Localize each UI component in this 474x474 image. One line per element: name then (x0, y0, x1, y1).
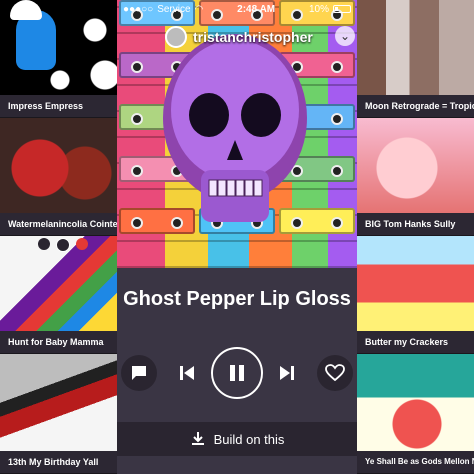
carrier-name: Service (157, 3, 191, 15)
like-button[interactable] (317, 355, 353, 391)
track-tile[interactable]: 13th My Birthday Yall (0, 354, 117, 474)
pause-icon (230, 365, 244, 381)
track-tile[interactable]: Moon Retrograde = Tropicoco (357, 0, 474, 118)
chevron-down-icon[interactable]: ⌄ (335, 26, 355, 46)
track-title: Impress Empress (0, 95, 117, 117)
username[interactable]: tristanchristopher (193, 29, 313, 45)
comment-icon (132, 366, 146, 380)
track-title: 13th My Birthday Yall (0, 451, 117, 473)
track-title: Moon Retrograde = Tropicoco (357, 95, 474, 117)
track-title: Watermelanincolia Cointel (0, 213, 117, 235)
build-on-this-button[interactable]: Build on this (117, 422, 357, 456)
user-row[interactable]: tristanchristopher (165, 26, 313, 48)
skip-next-icon (280, 366, 294, 380)
battery-icon (332, 5, 351, 13)
track-tile[interactable]: Hunt for Baby Mamma (0, 236, 117, 354)
heart-icon[interactable] (76, 238, 88, 250)
pause-icon[interactable] (56, 238, 70, 252)
track-tile[interactable]: Impress Empress (0, 0, 117, 118)
play-pause-button[interactable] (211, 347, 263, 399)
track-artwork (357, 118, 474, 213)
build-label: Build on this (213, 431, 285, 447)
track-tile[interactable]: Watermelanincolia Cointel (0, 118, 117, 236)
track-title: Ghost Pepper Lip Gloss (123, 288, 351, 310)
comment-button[interactable] (121, 355, 157, 391)
track-title: Butter my Crackers (357, 331, 474, 353)
track-title: BIG Tom Hanks Sully (357, 213, 474, 235)
track-tile[interactable]: BIG Tom Hanks Sully (357, 118, 474, 236)
track-title: Hunt for Baby Mamma (0, 331, 117, 353)
bottom-bar (117, 456, 357, 474)
download-icon (191, 432, 204, 445)
wifi-icon: ◠ (194, 3, 204, 15)
track-artwork (0, 118, 117, 213)
comment-icon[interactable] (38, 238, 50, 250)
skip-previous-icon (180, 366, 194, 380)
previous-button[interactable] (175, 359, 199, 387)
signal-icon: ●●●○○ (123, 3, 154, 15)
track-title: Ye Shall Be as Gods Mellon Now 'ol (357, 451, 474, 473)
tile-controls (38, 238, 88, 252)
next-button[interactable] (275, 359, 299, 387)
track-tile[interactable]: Butter my Crackers (357, 236, 474, 354)
status-bar: ●●●○○ Service ◠ 2:48 AM 10% (117, 0, 357, 18)
clock: 2:48 AM (237, 3, 276, 15)
battery-percent: 10% (308, 3, 329, 15)
track-artwork (357, 236, 474, 331)
playback-controls (117, 345, 357, 401)
now-playing-screen: ●●●○○ Service ◠ 2:48 AM 10% tristanchris… (117, 0, 357, 474)
track-artwork (0, 354, 117, 451)
track-artwork (357, 354, 474, 451)
heart-icon (325, 364, 345, 382)
track-artwork (0, 0, 117, 95)
right-track-column: Moon Retrograde = Tropicoco BIG Tom Hank… (357, 0, 474, 474)
track-artwork (357, 0, 474, 95)
left-track-column: Impress Empress Watermelanincolia Cointe… (0, 0, 117, 474)
avatar[interactable] (165, 26, 187, 48)
track-tile[interactable]: Ye Shall Be as Gods Mellon Now 'ol (357, 354, 474, 474)
